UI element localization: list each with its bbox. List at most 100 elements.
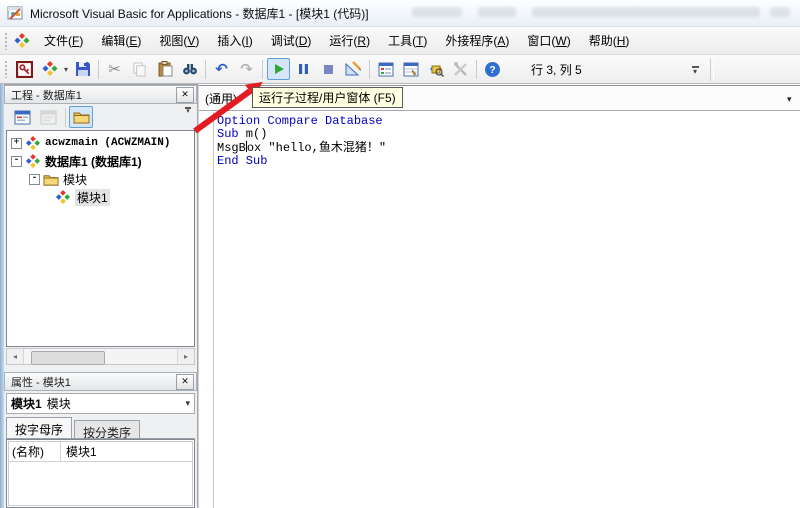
menu-view[interactable]: 视图(V)	[150, 27, 208, 54]
scroll-right-icon[interactable]: ▸	[177, 349, 194, 364]
standard-toolbar: ▾ ✂	[0, 55, 800, 84]
tree-item-modules-folder[interactable]: - 模块	[7, 170, 194, 188]
toolbox-icon[interactable]	[449, 58, 472, 80]
svg-text:?: ?	[489, 64, 495, 76]
vba-project-icon	[25, 136, 41, 151]
tree-item-label: acwzmain (ACWZMAIN)	[45, 137, 170, 149]
vba-editor-window: Microsoft Visual Basic for Applications …	[0, 0, 800, 508]
selected-object-name: 模块1	[11, 395, 42, 412]
tree-item-label: 数据库1 (数据库1)	[45, 153, 142, 170]
properties-close-icon[interactable]: ✕	[176, 374, 194, 390]
tree-item-module1[interactable]: 模块1	[7, 188, 194, 206]
vba-diamonds-icon	[14, 33, 30, 49]
tree-item-acwzmain[interactable]: + acwzmain (ACWZMAIN)	[7, 134, 194, 152]
copy-icon[interactable]	[128, 58, 151, 80]
combo-dropdown-icon[interactable]: ▾	[185, 398, 190, 409]
properties-panel-header: 属性 - 模块1 ✕	[4, 372, 197, 391]
project-explorer-icon[interactable]	[374, 58, 397, 80]
menu-help[interactable]: 帮助(H)	[580, 27, 639, 54]
toolbar-separator	[65, 108, 66, 127]
module-icon	[55, 190, 71, 205]
find-icon[interactable]	[178, 58, 201, 80]
title-ghost-blur	[412, 7, 462, 17]
paste-icon[interactable]	[153, 58, 176, 80]
menu-file[interactable]: 文件(F)	[35, 27, 92, 54]
property-row[interactable]: (名称) 模块1	[9, 442, 192, 462]
tree-item-label: 模块1	[75, 189, 110, 206]
view-code-icon[interactable]	[10, 106, 34, 128]
cursor-position-status: 行 3, 列 5	[531, 61, 582, 78]
scrollbar-thumb[interactable]	[31, 351, 105, 365]
title-ghost-blur	[532, 7, 760, 17]
vba-project-icon	[25, 154, 41, 169]
view-object-icon[interactable]	[36, 106, 60, 128]
scroll-left-icon[interactable]: ◂	[7, 349, 24, 364]
open-folder-icon	[43, 172, 59, 187]
object-selector-combo[interactable]: 模块1 模块 ▾	[6, 393, 195, 414]
title-ghost-blur	[770, 7, 790, 17]
project-panel-header: 工程 - 数据库1 ✕	[4, 85, 197, 104]
code-line-2: Sub m()	[217, 128, 386, 141]
title-bar: Microsoft Visual Basic for Applications …	[0, 0, 800, 27]
object-browser-icon[interactable]	[424, 58, 447, 80]
toolbar-separator	[205, 60, 206, 79]
project-close-icon[interactable]: ✕	[176, 87, 194, 103]
property-name: (名称)	[9, 442, 61, 461]
window-title: Microsoft Visual Basic for Applications …	[30, 5, 369, 22]
toolbar-separator	[369, 60, 370, 79]
view-access-icon[interactable]	[13, 58, 36, 80]
insert-userform-icon[interactable]	[38, 58, 61, 80]
run-button-tooltip: 运行子过程/用户窗体 (F5)	[252, 87, 403, 108]
menu-insert[interactable]: 插入(I)	[208, 27, 261, 54]
tab-alphabetic[interactable]: 按字母序	[6, 417, 72, 438]
code-line-3: MsgBox "hello,鱼木混猪！"	[217, 141, 386, 155]
toolbar-options-icon[interactable]: ▾	[688, 60, 702, 80]
help-icon[interactable]: ?	[481, 58, 504, 80]
property-value[interactable]: 模块1	[61, 443, 97, 460]
tree-item-label: 模块	[63, 171, 87, 188]
toolbar-grip[interactable]	[4, 60, 8, 78]
menu-addins[interactable]: 外接程序(A)	[436, 27, 518, 54]
undo-icon[interactable]: ↶	[210, 58, 233, 80]
menu-window[interactable]: 窗口(W)	[518, 27, 579, 54]
collapse-icon[interactable]: -	[11, 156, 22, 167]
properties-tabs: 按字母序 按分类序	[6, 417, 195, 439]
menu-run[interactable]: 运行(R)	[320, 27, 379, 54]
code-line-4: End Sub	[217, 155, 386, 168]
reset-icon[interactable]	[317, 58, 340, 80]
menu-debug[interactable]: 调试(D)	[262, 27, 321, 54]
menu-tools[interactable]: 工具(T)	[379, 27, 436, 54]
toolbar-separator	[98, 60, 99, 79]
vba-app-icon	[7, 5, 24, 21]
insert-dropdown-icon[interactable]: ▾	[64, 65, 68, 74]
collapse-icon[interactable]: -	[29, 174, 40, 185]
design-mode-icon[interactable]	[342, 58, 365, 80]
properties-window-icon[interactable]	[399, 58, 422, 80]
code-editor[interactable]: Option Compare Database Sub m() MsgBox "…	[199, 112, 800, 508]
menu-bar: 文件(F) 编辑(E) 视图(V) 插入(I) 调试(D) 运行(R) 工具(T…	[0, 27, 800, 55]
object-dropdown[interactable]: (通用)	[205, 90, 237, 107]
toggle-folders-icon[interactable]	[69, 106, 93, 128]
menu-grip[interactable]	[4, 32, 8, 50]
tab-categorized[interactable]: 按分类序	[74, 420, 140, 438]
redo-icon[interactable]: ↷	[235, 58, 258, 80]
expand-icon[interactable]: +	[11, 138, 22, 149]
toolbar-end-ridge	[710, 58, 714, 81]
procedure-dropdown-icon[interactable]: ▾	[787, 94, 792, 105]
title-ghost-blur	[478, 7, 516, 17]
project-toolbar-options-icon[interactable]: ▾	[182, 107, 194, 114]
properties-panel-title: 属性 - 模块1	[11, 374, 71, 390]
properties-grid: (名称) 模块1	[6, 439, 195, 508]
project-tree: + acwzmain (ACWZMAIN) - 数据库1 (数据库1) - 模块	[6, 130, 195, 347]
project-panel-title: 工程 - 数据库1	[11, 87, 82, 103]
project-tree-hscrollbar[interactable]: ◂ ▸	[6, 348, 195, 365]
project-panel-toolbar	[4, 104, 197, 130]
cut-icon[interactable]: ✂	[103, 58, 126, 80]
toolbar-separator	[262, 60, 263, 79]
run-sub-icon[interactable]	[267, 58, 290, 80]
save-icon[interactable]	[71, 58, 94, 80]
tree-item-database1[interactable]: - 数据库1 (数据库1)	[7, 152, 194, 170]
code-margin-bar[interactable]	[199, 112, 214, 508]
menu-edit[interactable]: 编辑(E)	[92, 27, 150, 54]
break-icon[interactable]	[292, 58, 315, 80]
